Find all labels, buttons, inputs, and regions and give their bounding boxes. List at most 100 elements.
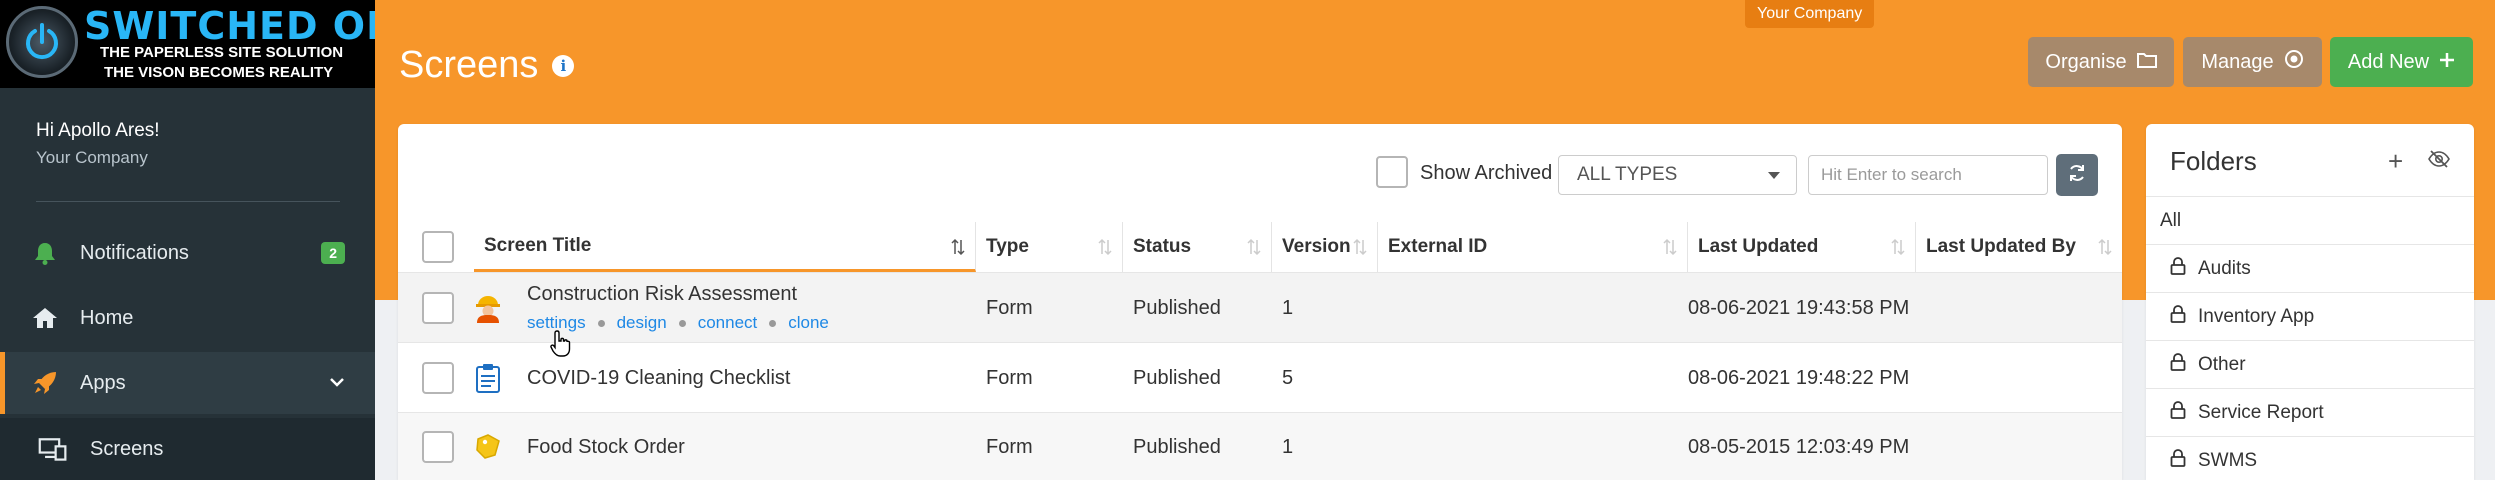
construction-worker-icon <box>474 293 502 323</box>
folders-panel: Folders + All Audits Inventory App Other… <box>2146 124 2474 480</box>
column-header-last-updated[interactable]: Last Updated <box>1688 222 1916 272</box>
sidebar-item-apps[interactable]: Apps <box>0 352 375 414</box>
sidebar-item-home[interactable]: Home <box>0 287 375 349</box>
table-row[interactable]: COVID-19 Cleaning Checklist Form Publish… <box>398 342 2122 412</box>
tag-icon <box>474 431 502 461</box>
folder-item-all[interactable]: All <box>2146 196 2474 244</box>
home-icon <box>30 307 60 329</box>
lock-icon <box>2170 305 2186 328</box>
user-company: Your Company <box>36 148 148 167</box>
organise-button[interactable]: Organise <box>2028 37 2174 87</box>
row-checkbox[interactable] <box>422 362 454 394</box>
page-title: Screens i <box>399 44 575 87</box>
sort-icon <box>2098 238 2112 262</box>
sidebar-item-label: Notifications <box>80 241 189 264</box>
screen-last-updated: 08-06-2021 19:48:22 PM <box>1688 367 1910 389</box>
folder-item-inventory-app[interactable]: Inventory App <box>2146 292 2474 340</box>
column-header-version[interactable]: Version <box>1272 222 1378 272</box>
type-filter-select[interactable]: ALL TYPES <box>1558 155 1797 195</box>
sidebar-item-label: Screens <box>90 437 164 460</box>
sort-icon <box>951 238 965 262</box>
column-label: Last Updated <box>1698 236 1819 257</box>
user-greeting: Hi Apollo Ares! <box>36 120 160 141</box>
sidebar-item-label: Apps <box>80 371 126 394</box>
sidebar-item-screens[interactable]: Screens <box>0 418 375 480</box>
screen-type: Form <box>986 297 1033 319</box>
column-header-status[interactable]: Status <box>1123 222 1272 272</box>
devices-icon <box>38 436 68 462</box>
show-archived-checkbox[interactable] <box>1376 156 1408 188</box>
eye-slash-icon[interactable] <box>2428 150 2450 173</box>
table-row[interactable]: Construction Risk Assessment settings de… <box>398 272 2122 342</box>
sidebar-item-notifications[interactable]: Notifications 2 <box>0 222 375 284</box>
column-label: External ID <box>1388 236 1488 257</box>
info-icon[interactable]: i <box>552 54 575 77</box>
table-header: Screen Title Type Status Version Externa… <box>398 222 2122 272</box>
screen-status: Published <box>1133 436 1221 458</box>
clone-link[interactable]: clone <box>788 313 829 333</box>
sidebar-divider <box>36 201 340 202</box>
search-input[interactable] <box>1808 155 2048 195</box>
folder-label: Service Report <box>2198 401 2324 423</box>
screen-title[interactable]: Construction Risk Assessment <box>527 283 797 306</box>
sort-icon <box>1663 238 1677 262</box>
column-header-external-id[interactable]: External ID <box>1378 222 1688 272</box>
folder-item-swms[interactable]: SWMS <box>2146 436 2474 480</box>
folder-item-audits[interactable]: Audits <box>2146 244 2474 292</box>
separator-dot <box>769 319 777 327</box>
column-header-last-updated-by[interactable]: Last Updated By <box>1916 222 2122 272</box>
rocket-icon <box>30 370 60 396</box>
screen-title[interactable]: COVID-19 Cleaning Checklist <box>527 367 790 390</box>
row-checkbox[interactable] <box>422 431 454 463</box>
refresh-button[interactable] <box>2056 154 2098 196</box>
sort-icon <box>1247 238 1261 262</box>
folder-item-other[interactable]: Other <box>2146 340 2474 388</box>
screen-version: 5 <box>1282 367 1294 389</box>
manage-button[interactable]: Manage <box>2183 37 2322 87</box>
refresh-icon <box>2067 163 2087 188</box>
plus-icon <box>2439 51 2455 74</box>
sort-icon <box>1098 238 1112 262</box>
folder-item-service-report[interactable]: Service Report <box>2146 388 2474 436</box>
add-new-button-label: Add New <box>2347 50 2430 73</box>
row-checkbox[interactable] <box>422 292 454 324</box>
brand-title: SWITCHED ON <box>84 4 375 48</box>
company-tab[interactable]: Your Company <box>1745 0 1875 28</box>
power-icon <box>6 6 78 78</box>
folder-label: SWMS <box>2198 449 2258 471</box>
add-folder-button[interactable]: + <box>2388 146 2403 177</box>
column-header-type[interactable]: Type <box>976 222 1123 272</box>
column-label: Status <box>1133 236 1192 257</box>
screen-version: 1 <box>1282 436 1294 458</box>
lock-icon <box>2170 449 2186 472</box>
screen-version: 1 <box>1282 297 1294 319</box>
organise-button-label: Organise <box>2045 50 2127 73</box>
column-label: Last Updated By <box>1926 236 2076 257</box>
column-header-screen-title[interactable]: Screen Title <box>474 222 976 272</box>
sidebar-item-label: Home <box>80 306 134 329</box>
design-link[interactable]: design <box>617 313 667 333</box>
row-actions: settings design connect clone <box>527 313 829 333</box>
target-icon <box>2284 49 2304 75</box>
folders-title: Folders <box>2170 146 2257 176</box>
folder-icon <box>2136 51 2157 74</box>
table-row[interactable]: Food Stock Order Form Published 1 08-05-… <box>398 412 2122 480</box>
add-new-button[interactable]: Add New <box>2330 37 2473 87</box>
type-filter-value: ALL TYPES <box>1577 164 1678 185</box>
connect-link[interactable]: connect <box>698 313 758 333</box>
lock-icon <box>2170 257 2186 280</box>
hand-cursor-icon <box>550 330 572 363</box>
show-archived-label: Show Archived <box>1420 162 1553 184</box>
lock-icon <box>2170 401 2186 424</box>
screen-type: Form <box>986 367 1033 389</box>
sidebar: SWITCHED ON THE PAPERLESS SITE SOLUTION … <box>0 0 375 480</box>
screens-table-card: Show Archived ALL TYPES Screen Title Typ… <box>398 124 2122 480</box>
brand-logo[interactable]: SWITCHED ON THE PAPERLESS SITE SOLUTION … <box>0 0 375 88</box>
bell-icon <box>30 241 60 265</box>
screen-last-updated: 08-06-2021 19:43:58 PM <box>1688 297 1910 319</box>
column-label: Screen Title <box>484 234 592 256</box>
brand-subtitle-1: THE PAPERLESS SITE SOLUTION <box>100 44 344 61</box>
caret-down-icon <box>1768 172 1780 179</box>
screen-title[interactable]: Food Stock Order <box>527 436 685 459</box>
separator-dot <box>597 319 605 327</box>
